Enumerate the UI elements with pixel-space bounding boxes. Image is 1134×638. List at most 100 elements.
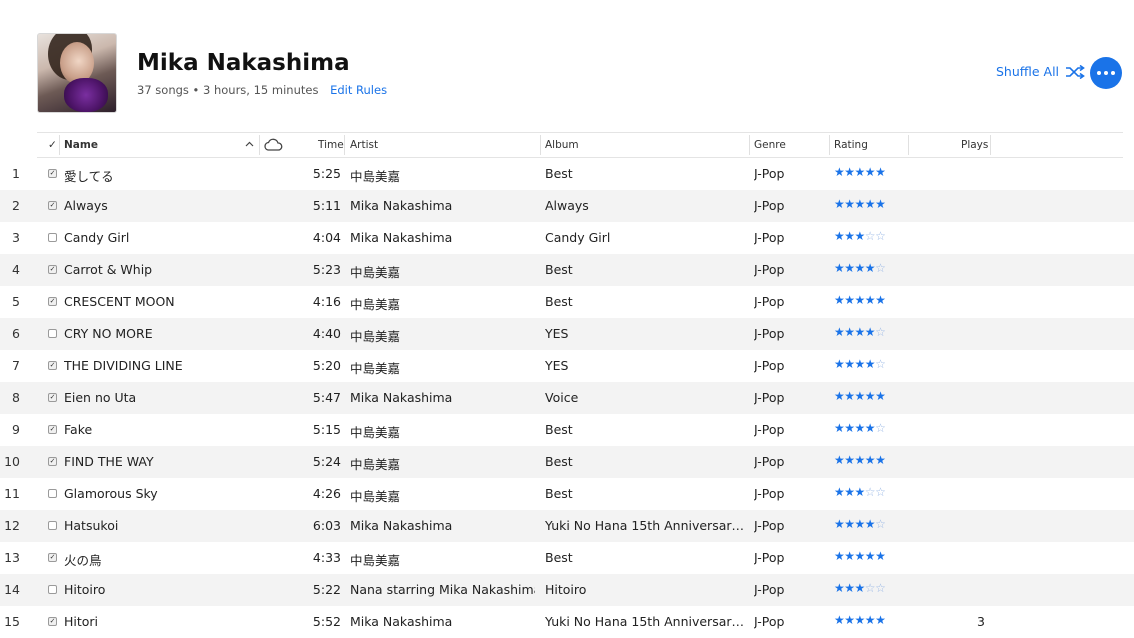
star-filled-icon[interactable]: ★ [855, 613, 866, 627]
song-rating[interactable]: ★★★★☆ [834, 421, 885, 435]
song-artist[interactable]: 中島美嘉 [350, 486, 535, 505]
star-filled-icon[interactable]: ★ [855, 261, 866, 275]
star-filled-icon[interactable]: ★ [834, 485, 845, 499]
song-rating[interactable]: ★★★☆☆ [834, 229, 885, 243]
song-rating[interactable]: ★★★★★ [834, 389, 885, 403]
song-checkbox[interactable]: ✓ [48, 457, 57, 466]
song-album[interactable]: Best [545, 486, 745, 501]
song-checkbox[interactable]: ✓ [48, 617, 57, 626]
song-rating[interactable]: ★★★★★ [834, 293, 885, 307]
table-row[interactable]: 1 愛してる 5:25 中島美嘉 Best J-Pop ✓ ★★★★★ [0, 158, 1134, 190]
table-row[interactable]: 2 Always 5:11 Mika Nakashima Always J-Pop ✓ ★★★… [0, 190, 1134, 222]
table-row[interactable]: 14 Hitoiro 5:22 Nana starring Mika Nakashim… [0, 574, 1134, 606]
star-filled-icon[interactable]: ★ [855, 549, 866, 563]
star-empty-icon[interactable]: ☆ [875, 357, 885, 371]
song-album[interactable]: Yuki No Hana 15th Anniversary... [545, 518, 745, 533]
star-filled-icon[interactable]: ★ [855, 229, 866, 243]
star-filled-icon[interactable]: ★ [875, 293, 885, 307]
song-artist[interactable]: Mika Nakashima [350, 614, 535, 629]
star-filled-icon[interactable]: ★ [844, 261, 855, 275]
song-checkbox[interactable]: ✓ [48, 361, 57, 370]
star-filled-icon[interactable]: ★ [834, 613, 845, 627]
song-checkbox[interactable]: ✓ [48, 297, 57, 306]
song-name[interactable]: Always [64, 198, 254, 213]
song-name[interactable]: 火の鳥 [64, 550, 254, 569]
star-filled-icon[interactable]: ★ [875, 165, 885, 179]
song-name[interactable]: Hatsukoi [64, 518, 254, 533]
star-filled-icon[interactable]: ★ [865, 261, 876, 275]
star-filled-icon[interactable]: ★ [865, 293, 876, 307]
column-plays[interactable]: Plays [961, 139, 988, 151]
star-filled-icon[interactable]: ★ [844, 581, 855, 595]
song-checkbox[interactable]: ✓ [48, 265, 57, 274]
song-checkbox[interactable] [48, 233, 57, 242]
song-checkbox[interactable] [48, 521, 57, 530]
song-album[interactable]: Hitoiro [545, 582, 745, 597]
star-filled-icon[interactable]: ★ [865, 357, 876, 371]
song-checkbox[interactable]: ✓ [48, 169, 57, 178]
table-row[interactable]: 13 火の鳥 4:33 中島美嘉 Best J-Pop ✓ ★★★★★ [0, 542, 1134, 574]
table-row[interactable]: 5 CRESCENT MOON 4:16 中島美嘉 Best J-Pop ✓ ★★★★★ [0, 286, 1134, 318]
song-artist[interactable]: 中島美嘉 [350, 262, 535, 281]
song-artist[interactable]: 中島美嘉 [350, 422, 535, 441]
star-filled-icon[interactable]: ★ [844, 229, 855, 243]
song-checkbox[interactable]: ✓ [48, 201, 57, 210]
star-filled-icon[interactable]: ★ [875, 389, 885, 403]
star-filled-icon[interactable]: ★ [855, 517, 866, 531]
song-name[interactable]: Carrot & Whip [64, 262, 254, 277]
star-filled-icon[interactable]: ★ [844, 293, 855, 307]
star-filled-icon[interactable]: ★ [855, 293, 866, 307]
song-artist[interactable]: Mika Nakashima [350, 390, 535, 405]
song-rating[interactable]: ★★★★☆ [834, 357, 885, 371]
star-filled-icon[interactable]: ★ [855, 389, 866, 403]
song-checkbox[interactable] [48, 329, 57, 338]
star-filled-icon[interactable]: ★ [875, 549, 885, 563]
table-row[interactable]: 3 Candy Girl 4:04 Mika Nakashima Candy Girl J… [0, 222, 1134, 254]
star-filled-icon[interactable]: ★ [834, 549, 845, 563]
star-filled-icon[interactable]: ★ [855, 453, 866, 467]
star-filled-icon[interactable]: ★ [834, 165, 845, 179]
song-rating[interactable]: ★★★★★ [834, 453, 885, 467]
star-filled-icon[interactable]: ★ [844, 357, 855, 371]
song-artist[interactable]: 中島美嘉 [350, 358, 535, 377]
cloud-icon[interactable] [263, 138, 283, 151]
column-name[interactable]: Name [64, 139, 98, 151]
column-album[interactable]: Album [545, 139, 579, 151]
star-filled-icon[interactable]: ★ [865, 325, 876, 339]
song-checkbox[interactable]: ✓ [48, 553, 57, 562]
table-row[interactable]: 7 THE DIVIDING LINE 5:20 中島美嘉 YES J-Pop ✓ ★★★★☆ [0, 350, 1134, 382]
table-row[interactable]: 15 Hitori 5:52 Mika Nakashima Yuki No Hana 1… [0, 606, 1134, 638]
star-filled-icon[interactable]: ★ [834, 389, 845, 403]
star-filled-icon[interactable]: ★ [855, 485, 866, 499]
star-empty-icon[interactable]: ☆ [875, 485, 885, 499]
song-rating[interactable]: ★★★★☆ [834, 325, 885, 339]
star-filled-icon[interactable]: ★ [855, 357, 866, 371]
song-rating[interactable]: ★★★★★ [834, 549, 885, 563]
song-artist[interactable]: 中島美嘉 [350, 454, 535, 473]
star-empty-icon[interactable]: ☆ [875, 261, 885, 275]
star-filled-icon[interactable]: ★ [834, 453, 845, 467]
star-filled-icon[interactable]: ★ [844, 165, 855, 179]
star-filled-icon[interactable]: ★ [844, 517, 855, 531]
star-filled-icon[interactable]: ★ [844, 389, 855, 403]
edit-rules-link[interactable]: Edit Rules [330, 83, 387, 97]
table-row[interactable]: 8 Eien no Uta 5:47 Mika Nakashima Voice J-Pop… [0, 382, 1134, 414]
star-empty-icon[interactable]: ☆ [875, 517, 885, 531]
star-filled-icon[interactable]: ★ [875, 197, 885, 211]
column-genre[interactable]: Genre [754, 139, 786, 151]
star-filled-icon[interactable]: ★ [865, 421, 876, 435]
star-empty-icon[interactable]: ☆ [875, 581, 885, 595]
star-filled-icon[interactable]: ★ [844, 613, 855, 627]
song-artist[interactable]: 中島美嘉 [350, 166, 535, 185]
song-album[interactable]: Best [545, 294, 745, 309]
song-rating[interactable]: ★★★★★ [834, 197, 885, 211]
song-name[interactable]: THE DIVIDING LINE [64, 358, 254, 373]
song-album[interactable]: Always [545, 198, 745, 213]
column-check[interactable]: ✓ [48, 139, 57, 151]
song-checkbox[interactable] [48, 585, 57, 594]
song-album[interactable]: YES [545, 326, 745, 341]
song-artist[interactable]: Nana starring Mika Nakashima [350, 582, 535, 597]
star-filled-icon[interactable]: ★ [834, 325, 845, 339]
star-filled-icon[interactable]: ★ [834, 357, 845, 371]
song-rating[interactable]: ★★★☆☆ [834, 581, 885, 595]
